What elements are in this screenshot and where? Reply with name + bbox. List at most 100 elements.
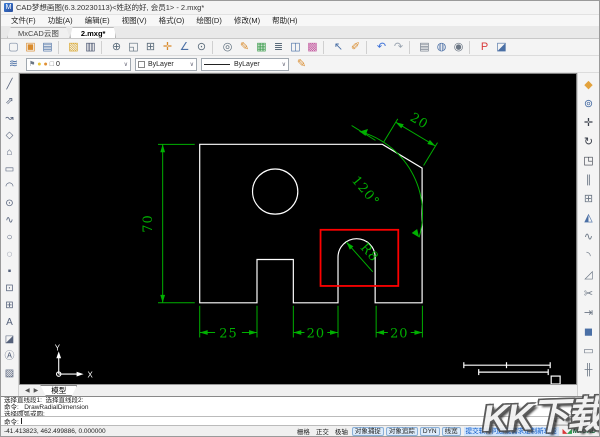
donut-icon[interactable]: ◌: [2, 246, 18, 263]
arc-icon[interactable]: ◠: [2, 178, 18, 195]
open-folder-icon[interactable]: ▧: [65, 40, 82, 55]
scroll-up-icon[interactable]: ▲: [593, 397, 597, 403]
xline-icon[interactable]: ⇗: [2, 93, 18, 110]
toggle-ortho[interactable]: 正交: [314, 426, 331, 436]
break-icon[interactable]: ╫: [581, 361, 597, 380]
command-input-row[interactable]: 命令: ◀ ▶: [1, 416, 599, 426]
pan-icon[interactable]: ✛: [159, 40, 176, 55]
hatch-icon[interactable]: ▨: [2, 365, 18, 382]
polyline-icon[interactable]: ↝: [2, 110, 18, 127]
scale-icon[interactable]: ◳: [581, 152, 597, 171]
new-file-icon[interactable]: ▢: [5, 40, 22, 55]
menu-file[interactable]: 文件(F): [5, 15, 42, 26]
layers-panel-icon[interactable]: ≋: [5, 57, 22, 72]
toggle-lineweight[interactable]: 线宽: [441, 426, 461, 436]
chevron-down-icon[interactable]: ∨: [187, 61, 194, 68]
block-insert-icon[interactable]: ⊡: [2, 280, 18, 297]
pdf-export-icon[interactable]: P: [476, 40, 493, 55]
color-palette-icon[interactable]: ▩: [304, 40, 321, 55]
rectangle-icon[interactable]: ▭: [2, 161, 18, 178]
mirror-icon[interactable]: ◭: [581, 209, 597, 228]
save-icon[interactable]: ▤: [39, 40, 56, 55]
title-bar: M CAD梦想画图(6.3.20230113)<姓赵的好, 会员1> - 2.m…: [1, 1, 599, 14]
move-icon[interactable]: ✛: [581, 114, 597, 133]
array-icon[interactable]: ⊞: [581, 190, 597, 209]
block-create-icon[interactable]: ⊞: [2, 297, 18, 314]
rect-modify-icon[interactable]: ▭: [581, 342, 597, 361]
undo-icon[interactable]: ↶: [373, 40, 390, 55]
spline-icon[interactable]: ∿: [2, 212, 18, 229]
model-tab[interactable]: 模型: [40, 385, 78, 396]
properties-icon[interactable]: ✐: [347, 40, 364, 55]
drawing-canvas[interactable]: 70 25 20 20 20 120° R8 Y X: [19, 73, 577, 384]
web-icon[interactable]: ◍: [433, 40, 450, 55]
redo-icon[interactable]: ↷: [390, 40, 407, 55]
scroll-down-icon[interactable]: ▼: [593, 411, 597, 417]
publish-icon[interactable]: ◉: [450, 40, 467, 55]
text-icon[interactable]: A: [2, 314, 18, 331]
trim-icon[interactable]: ✂: [581, 285, 597, 304]
chevron-down-icon[interactable]: ∨: [121, 61, 128, 68]
print-icon[interactable]: ▤: [416, 40, 433, 55]
toggle-polar[interactable]: 极轴: [333, 426, 350, 436]
zoom-window-icon[interactable]: ◱: [125, 40, 142, 55]
layer-manager-icon[interactable]: ▦: [253, 40, 270, 55]
feedback-link[interactable]: 提交软件问题或需求定制新功能: [463, 426, 559, 436]
image-icon[interactable]: ◪: [2, 331, 18, 348]
ellipse-icon[interactable]: ○: [2, 229, 18, 246]
save-all-icon[interactable]: ▥: [82, 40, 99, 55]
toggle-dyn[interactable]: DYN: [419, 426, 440, 436]
box3d-icon[interactable]: ◼: [581, 323, 597, 342]
measure-icon[interactable]: ∠: [176, 40, 193, 55]
copy-icon[interactable]: ⊚: [581, 95, 597, 114]
zoom-extents-icon[interactable]: ⊞: [142, 40, 159, 55]
text-style-icon[interactable]: ≣: [270, 40, 287, 55]
chevron-down-icon[interactable]: ∨: [279, 61, 286, 68]
menu-modify[interactable]: 修改(M): [228, 15, 266, 26]
extend-icon[interactable]: ⇥: [581, 304, 597, 323]
find-icon[interactable]: ◎: [219, 40, 236, 55]
select-icon[interactable]: ↖: [330, 40, 347, 55]
toggle-grid[interactable]: 栅格: [295, 426, 312, 436]
layer-dropdown[interactable]: ⚑ ● ● □ 0 ∨: [26, 57, 131, 71]
model-prev-icon[interactable]: ◀: [23, 387, 32, 394]
chamfer-icon[interactable]: ◿: [581, 266, 597, 285]
offset-icon[interactable]: ∥: [581, 171, 597, 190]
polygon2-icon[interactable]: ⌂: [2, 144, 18, 161]
toggle-osnap[interactable]: 对象捕捉: [351, 426, 384, 436]
line-icon[interactable]: ╱: [2, 76, 18, 93]
erase-icon[interactable]: ◆: [581, 76, 597, 95]
scroll-right-icon[interactable]: ▶: [582, 418, 585, 424]
rotate-icon[interactable]: ↻: [581, 133, 597, 152]
model-next-icon[interactable]: ▶: [32, 387, 41, 394]
image-export-icon[interactable]: ◪: [493, 40, 510, 55]
menu-function[interactable]: 功能(A): [42, 15, 79, 26]
edit-pencil-icon[interactable]: ✎: [293, 57, 310, 72]
circle-icon[interactable]: ⊙: [2, 195, 18, 212]
point-icon[interactable]: ▪: [2, 263, 18, 280]
zoom-scale-icon[interactable]: ⊙: [193, 40, 210, 55]
zoom-in-icon[interactable]: ⊕: [108, 40, 125, 55]
menu-help[interactable]: 帮助(H): [266, 15, 303, 26]
tab-drawing-2[interactable]: 2.mxg*: [69, 27, 117, 38]
menu-view[interactable]: 视图(V): [116, 15, 153, 26]
menu-edit[interactable]: 编辑(E): [79, 15, 116, 26]
draw-edit-icon[interactable]: ✎: [236, 40, 253, 55]
color-dropdown[interactable]: ByLayer ∨: [135, 57, 197, 71]
fillet-icon[interactable]: ◝: [581, 247, 597, 266]
command-scrollbar[interactable]: ▲ ▼: [590, 397, 599, 417]
spline-edit-icon[interactable]: ∿: [581, 228, 597, 247]
polygon-icon[interactable]: ◇: [2, 127, 18, 144]
layer-flag-icon: ⚑: [29, 60, 36, 68]
menu-draw[interactable]: 绘图(D): [190, 15, 227, 26]
block-manager-icon[interactable]: ◫: [287, 40, 304, 55]
menu-format[interactable]: 格式(O): [153, 15, 191, 26]
toggle-otrack[interactable]: 对象追踪: [385, 426, 418, 436]
linetype-dropdown[interactable]: ByLayer ∨: [201, 57, 289, 71]
mtext-icon[interactable]: Ⓐ: [2, 348, 18, 365]
command-hscrollbar[interactable]: ◀ ▶: [551, 417, 587, 425]
tab-mxcad-cloud[interactable]: MxCAD云图: [7, 27, 70, 38]
divider: [323, 40, 328, 54]
open-file-icon[interactable]: ▣: [22, 40, 39, 55]
scroll-left-icon[interactable]: ◀: [553, 418, 556, 424]
